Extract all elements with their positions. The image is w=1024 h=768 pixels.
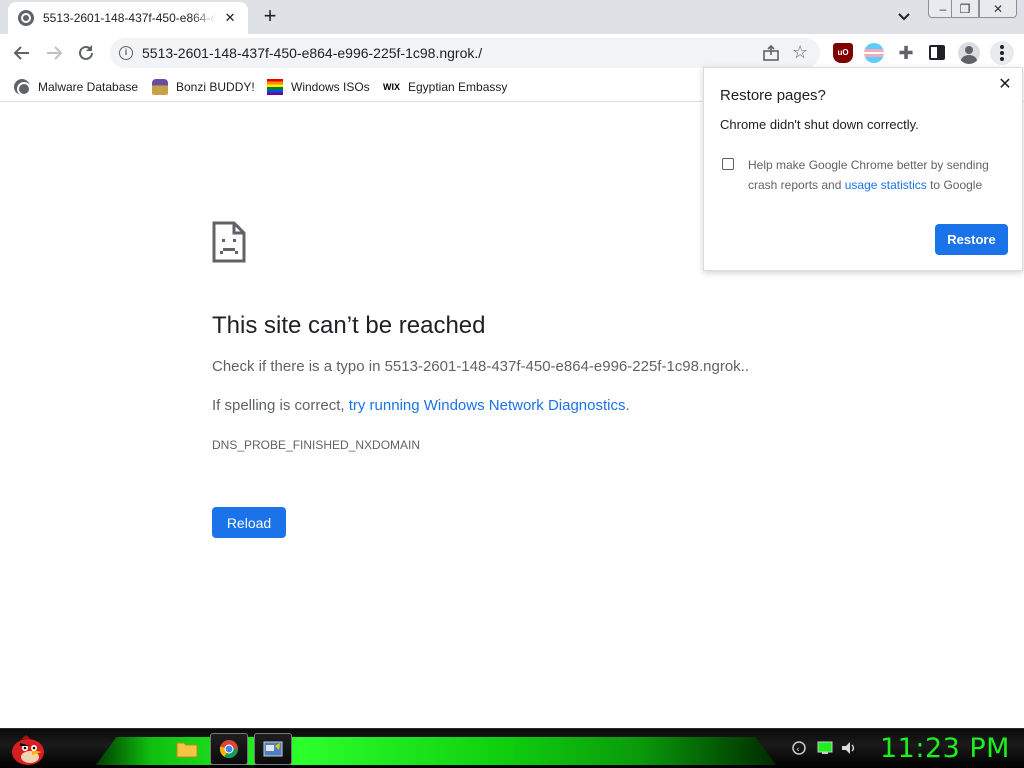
bookmark-egyptian-embassy[interactable]: WIX Egyptian Embassy (383, 76, 507, 98)
taskbar-clock[interactable]: 11:23 PM (880, 733, 1010, 764)
popup-close-icon[interactable]: ✕ (996, 74, 1014, 94)
address-bar[interactable]: i 5513-2601-148-437f-450-e864-e996-225f-… (110, 38, 820, 68)
profile-avatar-icon[interactable] (958, 42, 980, 64)
popup-title: Restore pages? (720, 87, 826, 104)
forward-arrow-icon (47, 46, 63, 60)
restore-pages-popup: ✕ Restore pages? Chrome didn't shut down… (703, 67, 1023, 271)
angry-bird-start-icon[interactable] (8, 730, 48, 766)
svg-text:‹: ‹ (796, 745, 800, 755)
taskbar-folder[interactable] (168, 733, 206, 765)
folder-icon (176, 742, 198, 758)
bookmark-label: Egyptian Embassy (408, 80, 508, 94)
new-tab-button[interactable]: + (258, 5, 282, 29)
window-close-button[interactable]: ✕ (979, 0, 1017, 18)
tab-close-icon[interactable]: ✕ (222, 10, 238, 26)
wix-icon: WIX (383, 82, 400, 92)
rainbow-flag-icon (267, 79, 283, 95)
bookmark-bonzi-buddy[interactable]: Bonzi BUDDY! (152, 76, 255, 98)
tray-monitor-icon[interactable] (817, 741, 833, 755)
sad-page-icon (212, 221, 246, 263)
network-diagnostics-link[interactable]: try running Windows Network Diagnostics (349, 397, 626, 414)
crash-report-description: Help make Google Chrome better by sendin… (748, 155, 1008, 195)
restore-button[interactable]: Restore (935, 224, 1008, 255)
forward-button[interactable] (42, 41, 66, 65)
maximize-button[interactable]: ❐ (951, 0, 979, 18)
diagnostics-prefix: If spelling is correct, (212, 397, 349, 414)
tab-title: 5513-2601-148-437f-450-e864-e996-225f-1c… (43, 11, 217, 25)
taskbar (0, 728, 1024, 768)
error-code: DNS_PROBE_FINISHED_NXDOMAIN (212, 438, 421, 452)
extensions-puzzle-icon[interactable]: ✚ (896, 43, 916, 63)
reload-button[interactable]: Reload (212, 507, 286, 538)
typo-hint: Check if there is a typo in 5513-2601-14… (212, 358, 750, 375)
bookmark-label: Bonzi BUDDY! (176, 80, 255, 94)
refresh-icon (79, 45, 93, 60)
globe-icon (14, 79, 31, 96)
url-text[interactable]: 5513-2601-148-437f-450-e864-e996-225f-1c… (142, 45, 482, 61)
bonzi-icon (152, 79, 168, 95)
bookmark-malware-database[interactable]: Malware Database (14, 76, 138, 98)
globe-icon (18, 10, 34, 26)
reload-toolbar-button[interactable] (74, 41, 98, 65)
side-panel-icon[interactable] (929, 45, 945, 60)
bookmark-star-icon[interactable]: ☆ (792, 42, 808, 63)
share-icon[interactable] (762, 44, 780, 62)
checkbox-text-suffix: to Google (926, 178, 983, 192)
ublock-extension-icon[interactable]: uO (833, 43, 853, 63)
flag-extension-icon[interactable] (864, 43, 884, 63)
error-heading: This site can’t be reached (212, 312, 486, 339)
bookmark-windows-isos[interactable]: Windows ISOs (267, 76, 370, 98)
bookmark-label: Windows ISOs (291, 80, 370, 94)
tray-network-icon[interactable]: ‹ (791, 741, 807, 755)
volume-icon[interactable] (841, 741, 857, 755)
popup-subtitle: Chrome didn't shut down correctly. (720, 117, 919, 132)
taskbar-app[interactable] (254, 733, 292, 765)
back-button[interactable] (10, 41, 34, 65)
diagnostics-suffix: . (625, 397, 630, 414)
menu-kebab-icon[interactable] (990, 41, 1014, 65)
back-arrow-icon (13, 46, 29, 60)
usage-statistics-link[interactable]: usage statistics (845, 178, 927, 192)
tab-strip: 5513-2601-148-437f-450-e864-e996-225f-1c… (0, 0, 1024, 34)
app-window-icon (263, 741, 283, 757)
taskbar-chrome[interactable] (210, 733, 248, 765)
bookmark-label: Malware Database (38, 80, 139, 94)
info-icon[interactable]: i (119, 46, 133, 60)
chrome-icon (219, 740, 238, 759)
chevron-down-icon[interactable] (894, 8, 914, 26)
diagnostics-hint: If spelling is correct, try running Wind… (212, 397, 630, 414)
active-tab[interactable]: 5513-2601-148-437f-450-e864-e996-225f-1c… (8, 2, 248, 34)
crash-report-checkbox[interactable] (722, 158, 734, 170)
